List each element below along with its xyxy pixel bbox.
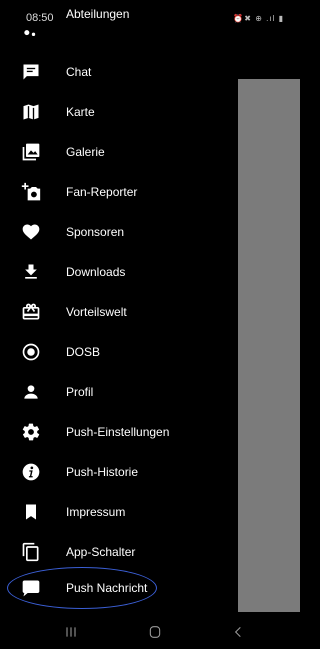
- groups-icon: [20, 25, 42, 47]
- recents-icon[interactable]: [59, 620, 83, 644]
- menu-item-label: Karte: [66, 105, 95, 119]
- menu-item-label: Downloads: [66, 265, 126, 279]
- menu-item-karte[interactable]: Karte: [0, 92, 238, 132]
- back-icon[interactable]: [227, 620, 251, 644]
- gear-icon: [20, 421, 42, 443]
- home-icon[interactable]: [143, 620, 167, 644]
- menu-item-label: Chat: [66, 65, 92, 79]
- menu-item-vorteilswelt[interactable]: Vorteilswelt: [0, 292, 238, 332]
- menu-item-push-einstellungen[interactable]: Push-Einstellungen: [0, 412, 238, 452]
- copy-icon: [20, 541, 42, 563]
- chat-icon: [20, 61, 42, 83]
- menu-item-label: Fan-Reporter: [66, 185, 138, 199]
- person-icon: [20, 381, 42, 403]
- menu-item-label: Push Nachricht: [66, 581, 148, 595]
- menu-item-app-schalter[interactable]: App-Schalter: [0, 532, 238, 572]
- comment-icon: [20, 577, 42, 599]
- map-icon: [20, 101, 42, 123]
- system-nav-bar: [0, 612, 300, 649]
- status-time: 08:50: [26, 12, 54, 24]
- menu-item-label: Galerie: [66, 145, 105, 159]
- menu-item-galerie[interactable]: Galerie: [0, 132, 238, 172]
- redeem-icon: [20, 301, 42, 323]
- menu-item-label: Sponsoren: [66, 225, 125, 239]
- menu-item-fan-reporter[interactable]: Fan-Reporter: [0, 172, 238, 212]
- menu-item-push-historie[interactable]: Push-Historie: [0, 452, 238, 492]
- menu-item-label: Profil: [66, 385, 94, 399]
- navigation-drawer: Abteilungen Chat Karte Galerie Fan-Repor…: [0, 0, 238, 612]
- menu-item-dosb[interactable]: DOSB: [0, 332, 238, 372]
- menu-item-label: Push-Einstellungen: [66, 425, 170, 439]
- drawer-scrim[interactable]: [238, 79, 300, 612]
- menu-item-sponsoren[interactable]: Sponsoren: [0, 212, 238, 252]
- info-icon: [20, 461, 42, 483]
- menu-item-label: Vorteilswelt: [66, 305, 127, 319]
- gallery-icon: [20, 141, 42, 163]
- menu-item-label: Impressum: [66, 505, 126, 519]
- menu-item-profil[interactable]: Profil: [0, 372, 238, 412]
- menu-item-chat[interactable]: Chat: [0, 52, 238, 92]
- status-bar: 08:50 ⏰✖ ⊕ .ıl ▮: [0, 0, 300, 26]
- add-photo-icon: [20, 181, 42, 203]
- bookmark-icon: [20, 501, 42, 523]
- heart-icon: [20, 221, 42, 243]
- menu-item-label: DOSB: [66, 345, 101, 359]
- menu-item-push-nachricht[interactable]: Push Nachricht: [0, 568, 238, 608]
- menu-item-impressum[interactable]: Impressum: [0, 492, 238, 532]
- menu-item-label: Push-Historie: [66, 465, 139, 479]
- menu-item-label: App-Schalter: [66, 545, 136, 559]
- radio-button-icon: [20, 341, 42, 363]
- menu-item-downloads[interactable]: Downloads: [0, 252, 238, 292]
- download-icon: [20, 261, 42, 283]
- status-icons: ⏰✖ ⊕ .ıl ▮: [233, 14, 284, 23]
